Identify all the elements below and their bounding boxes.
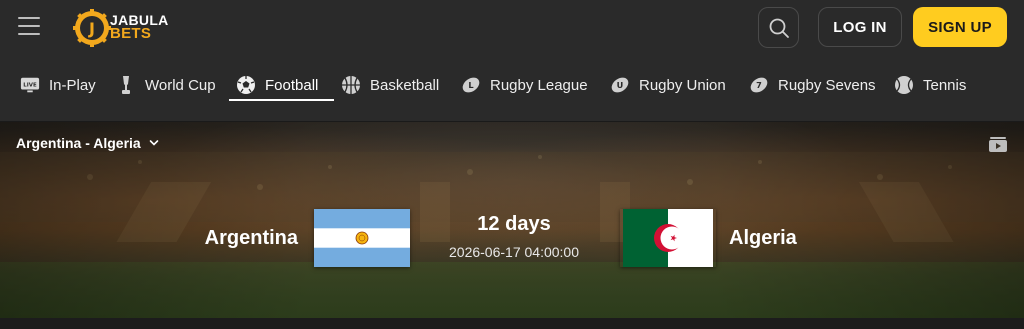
live-badge-text: LIVE bbox=[23, 82, 37, 88]
logo-chip-icon: J bbox=[73, 9, 111, 47]
nav-item-in-play[interactable]: LIVE In-Play bbox=[20, 68, 96, 102]
trophy-icon bbox=[116, 75, 136, 95]
nav-item-basketball[interactable]: Basketball bbox=[341, 68, 439, 102]
nav-label-rugby-sevens: Rugby Sevens bbox=[778, 76, 876, 94]
nav-label-football: Football bbox=[265, 76, 319, 94]
event-banner: Argentina - Algeria Argentina 12 days 20… bbox=[0, 122, 1024, 318]
tennis-ball-icon bbox=[894, 75, 914, 95]
nav-item-football[interactable]: Football bbox=[236, 68, 318, 102]
video-stream-icon[interactable] bbox=[988, 134, 1008, 154]
match-countdown: 12 days bbox=[477, 213, 551, 235]
login-button[interactable]: LOG IN bbox=[818, 7, 902, 47]
nav-label-rugby-league: Rugby League bbox=[490, 76, 588, 94]
nav-item-rugby-union[interactable]: U Rugby Union bbox=[610, 68, 726, 102]
search-icon bbox=[769, 18, 789, 38]
nav-item-world-cup[interactable]: World Cup bbox=[116, 68, 216, 102]
rugby-union-icon: U bbox=[610, 75, 630, 95]
hamburger-menu-icon[interactable] bbox=[18, 17, 40, 37]
nav-label-world-cup: World Cup bbox=[145, 76, 216, 94]
logo-text-bets: BETS bbox=[110, 25, 152, 42]
svg-text:7: 7 bbox=[756, 80, 762, 90]
signup-button[interactable]: SIGN UP bbox=[913, 7, 1007, 47]
chevron-down-icon bbox=[149, 140, 159, 146]
nav-label-rugby-union: Rugby Union bbox=[639, 76, 726, 94]
nav-item-rugby-sevens[interactable]: 7 Rugby Sevens bbox=[749, 68, 876, 102]
search-button[interactable] bbox=[758, 7, 799, 48]
rugby-league-icon: L bbox=[461, 75, 481, 95]
nav-label-basketball: Basketball bbox=[370, 76, 440, 94]
top-header: J JABULA BETS LOG IN SIGN UP bbox=[0, 0, 1024, 58]
svg-text:J: J bbox=[88, 19, 95, 38]
nav-item-rugby-league[interactable]: L Rugby League bbox=[461, 68, 588, 102]
nav-item-tennis[interactable]: Tennis bbox=[894, 68, 966, 102]
argentina-flag-icon bbox=[314, 209, 410, 267]
svg-text:L: L bbox=[468, 80, 473, 90]
svg-text:U: U bbox=[617, 80, 624, 90]
algeria-flag-icon bbox=[623, 209, 713, 267]
soccer-ball-icon bbox=[236, 75, 256, 95]
sports-nav-bar: LIVE In-Play World Cup Football Basketba… bbox=[0, 58, 1024, 146]
content-divider bbox=[0, 318, 1024, 329]
nav-label-tennis: Tennis bbox=[923, 76, 967, 94]
live-tv-icon: LIVE bbox=[20, 75, 40, 95]
nav-label-in-play: In-Play bbox=[49, 76, 96, 94]
away-team-name: Algeria bbox=[729, 227, 797, 249]
home-team-name: Argentina bbox=[204, 227, 298, 249]
jabula-bets-logo[interactable]: J JABULA BETS bbox=[72, 6, 182, 50]
rugby-sevens-icon: 7 bbox=[749, 75, 769, 95]
active-tab-indicator bbox=[229, 99, 334, 101]
basketball-icon bbox=[341, 75, 361, 95]
event-selector-label: Argentina - Algeria bbox=[16, 135, 141, 151]
event-selector-dropdown[interactable]: Argentina - Algeria bbox=[16, 135, 159, 151]
kickoff-datetime: 2026-06-17 04:00:00 bbox=[449, 244, 579, 260]
